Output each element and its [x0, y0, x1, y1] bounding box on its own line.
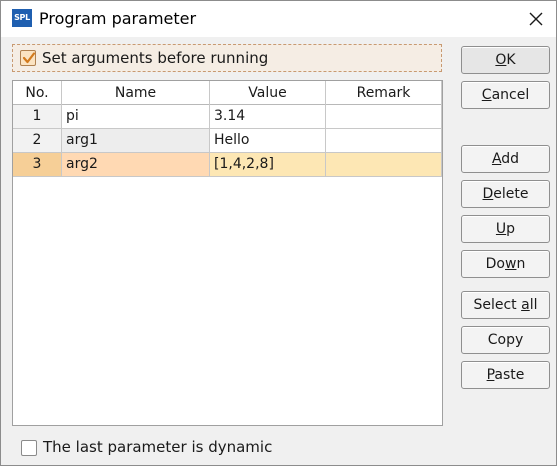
paste-button[interactable]: Paste — [461, 361, 550, 389]
down-button-text-before: Do — [485, 256, 506, 272]
row-number[interactable]: 3 — [13, 153, 62, 177]
up-button-text-after: p — [506, 221, 516, 237]
window-title: Program parameter — [39, 9, 197, 28]
select-all-button-text-after: ll — [529, 297, 538, 313]
select-all-button-mnemonic: a — [521, 297, 530, 313]
ok-button-mnemonic: O — [495, 52, 507, 68]
parameter-table: No. Name Value Remark 1 pi 3.14 2 arg1 H… — [12, 80, 443, 426]
column-header-value[interactable]: Value — [210, 81, 326, 105]
check-icon — [22, 52, 36, 64]
table-row[interactable]: 2 arg1 Hello — [13, 129, 442, 153]
select-all-button[interactable]: Select all — [461, 291, 550, 319]
param-value-cell[interactable]: [1,4,2,8] — [210, 153, 326, 177]
cancel-button[interactable]: Cancel — [461, 81, 550, 109]
up-button[interactable]: Up — [461, 215, 550, 243]
down-button-mnemonic: w — [505, 256, 517, 272]
title-bar: SPL Program parameter — [1, 1, 556, 37]
dynamic-parameter-label: The last parameter is dynamic — [43, 438, 273, 456]
param-name-cell[interactable]: arg1 — [62, 129, 210, 153]
set-arguments-option[interactable]: Set arguments before running — [12, 44, 442, 72]
spl-app-icon: SPL — [12, 9, 32, 27]
param-remark-cell[interactable] — [326, 105, 442, 129]
add-button[interactable]: Add — [461, 145, 550, 173]
table-row-selected[interactable]: 3 arg2 [1,4,2,8] — [13, 153, 442, 177]
param-value-cell[interactable]: 3.14 — [210, 105, 326, 129]
column-header-no[interactable]: No. — [13, 81, 62, 105]
param-value-cell[interactable]: Hello — [210, 129, 326, 153]
delete-button[interactable]: Delete — [461, 180, 550, 208]
copy-button-text-before: Copy — [487, 332, 524, 348]
param-remark-cell[interactable] — [326, 153, 442, 177]
close-button[interactable] — [517, 4, 555, 34]
select-all-button-text-before: Select — [473, 297, 522, 313]
delete-button-mnemonic: D — [482, 186, 494, 202]
add-button-text-after: dd — [501, 151, 520, 167]
dynamic-parameter-checkbox[interactable] — [21, 440, 37, 456]
ok-button-text-after: K — [506, 52, 516, 68]
table-row[interactable]: 1 pi 3.14 — [13, 105, 442, 129]
program-parameter-dialog: SPL Program parameter Set arguments befo… — [0, 0, 557, 466]
down-button[interactable]: Down — [461, 250, 550, 278]
param-name-cell[interactable]: pi — [62, 105, 210, 129]
param-remark-cell[interactable] — [326, 129, 442, 153]
param-name-cell[interactable]: arg2 — [62, 153, 210, 177]
copy-button[interactable]: Copy — [461, 326, 550, 354]
column-header-remark[interactable]: Remark — [326, 81, 442, 105]
delete-button-text-after: elete — [493, 186, 529, 202]
ok-button[interactable]: OK — [461, 46, 550, 74]
cancel-button-text-after: ancel — [491, 87, 530, 103]
row-number[interactable]: 1 — [13, 105, 62, 129]
row-number[interactable]: 2 — [13, 129, 62, 153]
paste-button-text-after: aste — [494, 367, 525, 383]
set-arguments-label: Set arguments before running — [42, 49, 269, 67]
column-header-name[interactable]: Name — [62, 81, 210, 105]
up-button-mnemonic: U — [495, 221, 507, 237]
down-button-text-after: n — [516, 256, 526, 272]
cancel-button-mnemonic: C — [481, 87, 492, 103]
add-button-mnemonic: A — [491, 151, 502, 167]
set-arguments-checkbox[interactable] — [20, 50, 36, 66]
close-icon — [529, 12, 543, 26]
table-header: No. Name Value Remark — [13, 81, 442, 105]
